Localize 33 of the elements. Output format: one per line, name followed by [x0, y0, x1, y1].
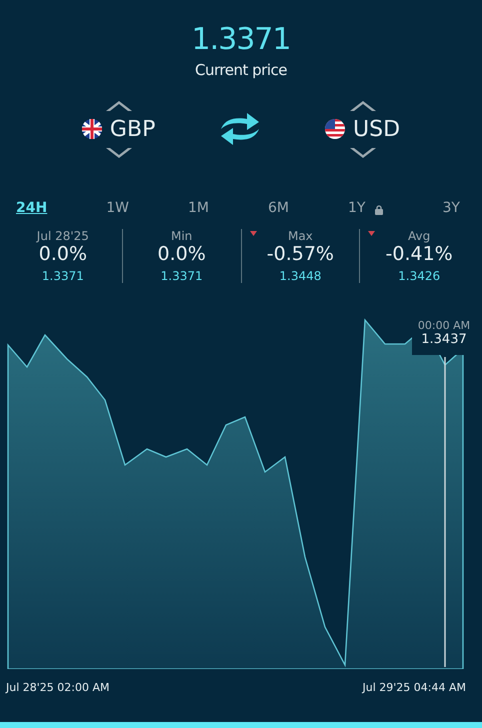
period-tab[interactable]: 1M [188, 200, 209, 216]
flag-icon [82, 119, 102, 139]
stat-label: Avg [408, 229, 430, 243]
period-tab[interactable]: 24H [16, 200, 48, 216]
stat-change: 0.0% [38, 243, 88, 265]
stat-label: Max [288, 229, 313, 243]
swap-icon[interactable] [219, 111, 262, 147]
chevron-down-icon[interactable] [350, 148, 376, 160]
period-tab[interactable]: 1Y [348, 200, 366, 216]
current-price: 1.3371 [192, 22, 290, 57]
currency-code[interactable]: USD [353, 116, 400, 142]
stat-change: 0.0% [157, 243, 206, 265]
currency-code[interactable]: GBP [110, 116, 156, 142]
axis-start-label: Jul 28'25 02:00 AM [6, 681, 110, 694]
stat-change: -0.41% [386, 243, 453, 265]
axis-end-label: Jul 29'25 04:44 AM [362, 681, 466, 694]
tooltip-value: 1.3437 [421, 332, 467, 347]
stat-change: -0.57% [266, 243, 334, 265]
stat-rate: 1.3371 [160, 269, 203, 283]
stat-label: Jul 28'25 [36, 229, 89, 243]
stat-label: Min [170, 229, 192, 243]
period-tab[interactable]: 6M [268, 200, 289, 216]
tooltip-time: 00:00 AM [418, 319, 470, 332]
chevron-up-icon[interactable] [106, 98, 132, 110]
period-tab[interactable]: 3Y [442, 200, 460, 216]
price-label: Current price [195, 61, 287, 79]
chevron-up-icon[interactable] [350, 98, 376, 110]
flag-icon [325, 119, 346, 139]
stat-rate: 1.3448 [279, 269, 322, 283]
chevron-down-icon[interactable] [106, 148, 132, 160]
period-tab[interactable]: 1W [106, 200, 129, 216]
stat-rate: 1.3426 [398, 269, 440, 283]
stat-rate: 1.3371 [42, 269, 84, 283]
